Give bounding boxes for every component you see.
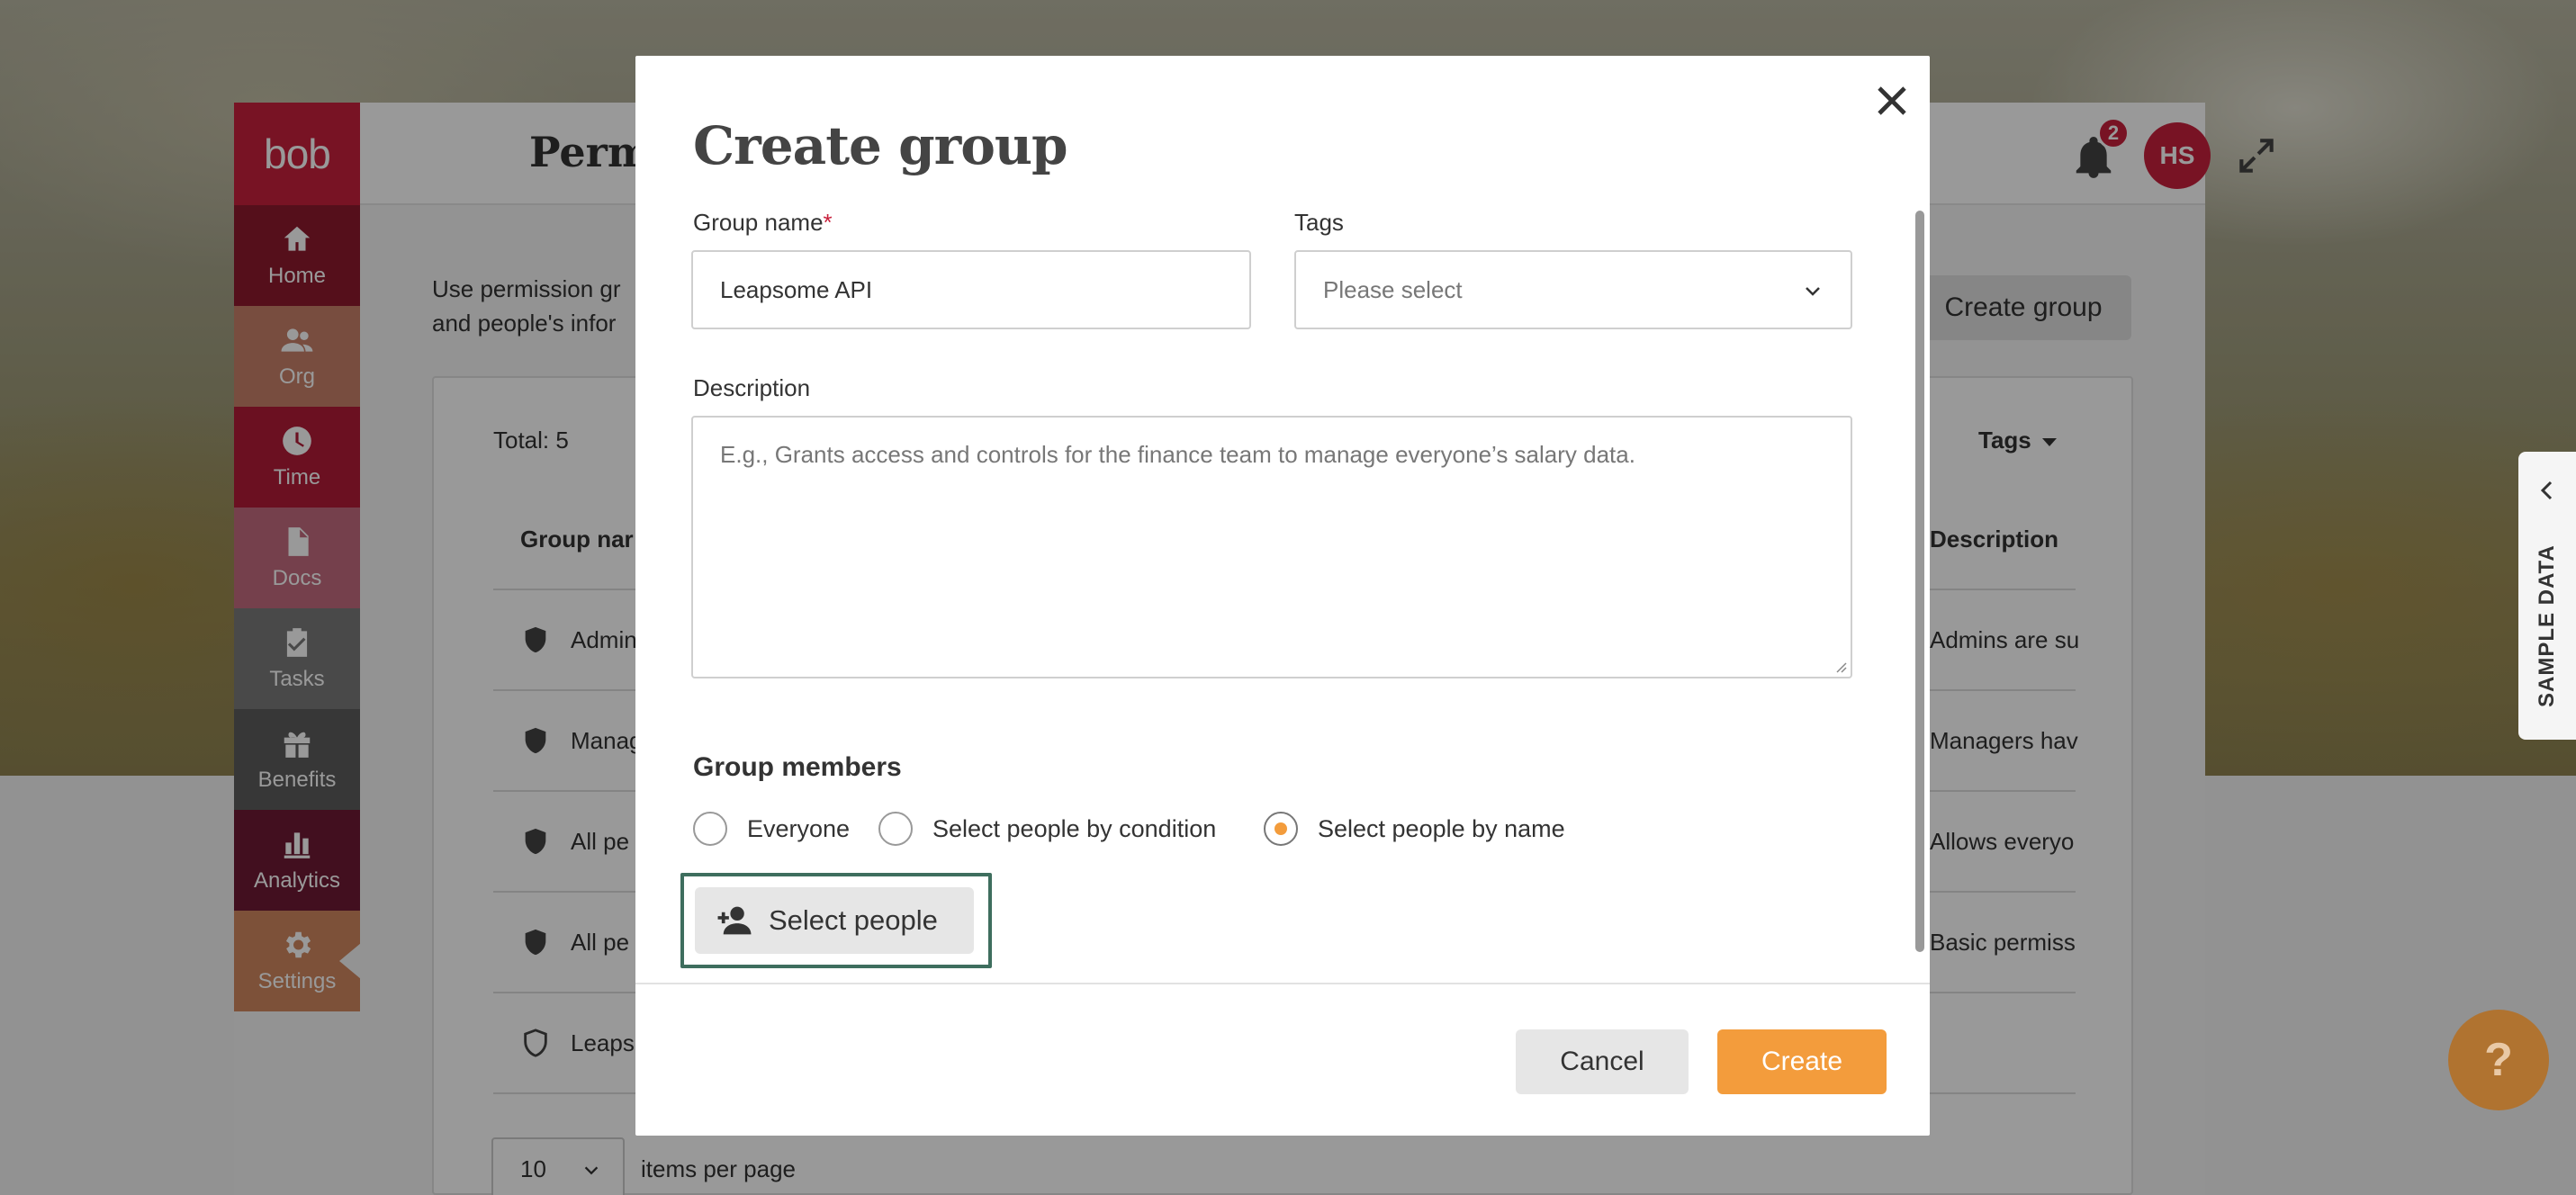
modal-scrollbar[interactable] <box>1915 211 1924 952</box>
radio-select-by-condition[interactable]: Select people by condition <box>878 812 1216 846</box>
radio-circle-selected[interactable] <box>1264 812 1298 846</box>
add-person-icon <box>717 906 752 935</box>
description-textarea[interactable]: E.g., Grants access and controls for the… <box>691 416 1852 678</box>
radio-circle[interactable] <box>878 812 913 846</box>
tags-label: Tags <box>1294 209 1344 236</box>
radio-circle[interactable] <box>693 812 727 846</box>
help-button[interactable]: ? <box>2448 1010 2549 1110</box>
sample-data-tab[interactable]: SAMPLE DATA <box>2518 452 2576 740</box>
select-people-focus-ring: Select people <box>680 873 992 968</box>
chevron-left-icon <box>2540 481 2553 500</box>
description-label: Description <box>693 374 811 401</box>
group-name-label: Group name* <box>693 209 833 236</box>
radio-everyone[interactable]: Everyone <box>693 812 850 846</box>
group-name-input[interactable] <box>691 250 1251 329</box>
resize-handle-icon[interactable] <box>1834 660 1847 673</box>
create-group-modal: Create group Group name* Tags Please sel… <box>635 56 1930 1136</box>
group-members-title: Group members <box>693 752 902 782</box>
create-button[interactable]: Create <box>1717 1029 1887 1094</box>
modal-title: Create group <box>693 115 1068 176</box>
select-people-button[interactable]: Select people <box>695 887 974 954</box>
sample-data-label: SAMPLE DATA <box>2535 544 2559 707</box>
chevron-down-icon <box>1806 287 1820 296</box>
tags-select[interactable]: Please select <box>1294 250 1852 329</box>
radio-select-by-name[interactable]: Select people by name <box>1264 812 1565 846</box>
modal-footer-divider <box>635 983 1930 984</box>
cancel-button[interactable]: Cancel <box>1516 1029 1689 1094</box>
close-icon[interactable] <box>1870 79 1914 122</box>
